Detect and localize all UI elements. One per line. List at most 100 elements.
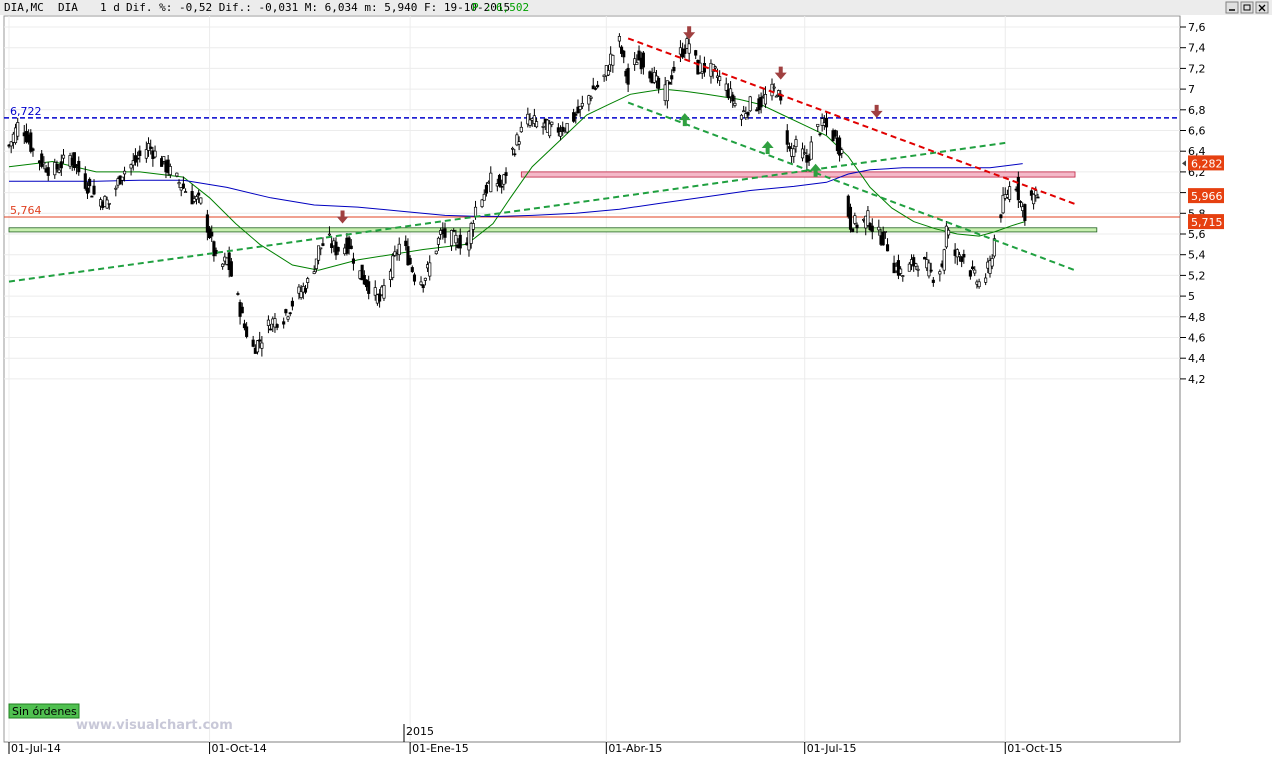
candle-body (502, 174, 506, 185)
candle-body (458, 234, 462, 249)
candle-body (410, 267, 414, 273)
candle-body (282, 321, 286, 325)
candle-body (833, 130, 837, 137)
close-icon[interactable] (1255, 1, 1269, 14)
candle-body (286, 316, 290, 320)
candle-body (957, 254, 962, 257)
candle-body (1036, 196, 1040, 199)
candle-body (221, 263, 225, 267)
y-tick-label: 5,2 (1188, 269, 1206, 282)
candle-body (484, 184, 488, 194)
candle-body (1023, 204, 1027, 221)
y-tick-label: 7,2 (1188, 62, 1206, 75)
minimize-icon[interactable] (1225, 1, 1239, 14)
candle-body (606, 70, 611, 76)
candle-body (303, 288, 308, 293)
candle-body (500, 185, 504, 188)
candle-body (1016, 176, 1020, 201)
y-tick-label: 4,4 (1188, 352, 1206, 365)
y-tick-label: 6,6 (1188, 125, 1206, 138)
candle-body (513, 153, 517, 156)
candle-body (162, 156, 166, 162)
candle-body (746, 112, 750, 116)
x-tick-label: 01-Ene-15 (412, 742, 469, 755)
y-tick-label: 7,4 (1188, 42, 1206, 55)
candle-body (635, 62, 639, 65)
candle-body (1032, 194, 1036, 205)
candle-body (107, 202, 111, 205)
candle-body (742, 110, 746, 113)
candle-body (251, 339, 255, 347)
y-tick-label: 5,4 (1188, 249, 1206, 262)
candle-body (731, 94, 735, 102)
candle-body (408, 257, 412, 265)
candle-body (144, 149, 148, 159)
candle-body (138, 150, 142, 156)
candle-body (319, 247, 323, 250)
candle-body (299, 291, 303, 298)
candle-body (434, 250, 438, 255)
candle-body (626, 67, 630, 85)
candle-body (190, 191, 194, 205)
x-axis: 01-Jul-14 01-Oct-14 01-Ene-15 01-Abr-15 01-J… (8, 742, 1063, 755)
candle-body (497, 174, 502, 187)
candle-body (938, 271, 942, 275)
candle-body (535, 121, 539, 128)
candle-body (687, 43, 691, 54)
candle-body (885, 244, 890, 252)
candle-body (899, 268, 903, 274)
candle-body (258, 339, 262, 342)
header-name: DIA (58, 1, 78, 14)
candle-body (914, 263, 918, 267)
candle-body (916, 268, 920, 271)
watermark: www.visualchart.com (76, 718, 233, 733)
candle-body (931, 279, 935, 283)
candle-body (59, 161, 63, 169)
price-chart[interactable]: DIA,MC DIA 1 d Dif. %: -0,52 Dif.: -0,03… (0, 0, 1272, 761)
candle-body (748, 96, 752, 112)
candle-body (489, 172, 493, 193)
candle-body (962, 253, 966, 258)
price-badge-label: 6,282 (1191, 157, 1223, 170)
candle-body (471, 223, 475, 230)
candle-body (578, 105, 582, 110)
candle-body (809, 141, 813, 160)
candle-body (290, 300, 294, 307)
candle-body (229, 261, 233, 277)
candle-body (391, 255, 395, 278)
candle-body (883, 231, 887, 233)
candle-body (772, 86, 776, 89)
candle-body (824, 117, 829, 128)
candle-body (210, 231, 214, 237)
candle-body (733, 102, 737, 106)
candle-body (713, 66, 717, 69)
candle-body (984, 277, 988, 283)
candle-body (792, 148, 796, 157)
price-badge-label: 5,966 (1191, 190, 1223, 203)
candle-body (197, 192, 201, 196)
x-tick-label: 01-Oct-15 (1007, 742, 1062, 755)
candle-body (55, 164, 59, 170)
candle-body (853, 215, 857, 224)
candle-body (855, 224, 859, 229)
candle-body (240, 306, 244, 314)
candle-body (120, 176, 124, 181)
candle-body (199, 197, 203, 204)
candle-body (870, 225, 874, 232)
candle-body (1034, 190, 1038, 196)
candle-body (412, 274, 417, 282)
candle-body (517, 141, 521, 145)
candle-body (92, 185, 96, 195)
y-tick-label: 5,6 (1188, 228, 1206, 241)
maximize-icon[interactable] (1240, 1, 1254, 14)
candle-body (960, 256, 964, 262)
y-tick-label: 7 (1188, 83, 1195, 96)
candle-body (122, 170, 127, 175)
candle-body (803, 152, 807, 155)
candle-body (907, 263, 911, 272)
candle-body (454, 234, 458, 244)
candle-body (349, 245, 353, 249)
candle-body (336, 247, 340, 252)
candle-body (541, 126, 545, 128)
candle-body (275, 324, 279, 328)
